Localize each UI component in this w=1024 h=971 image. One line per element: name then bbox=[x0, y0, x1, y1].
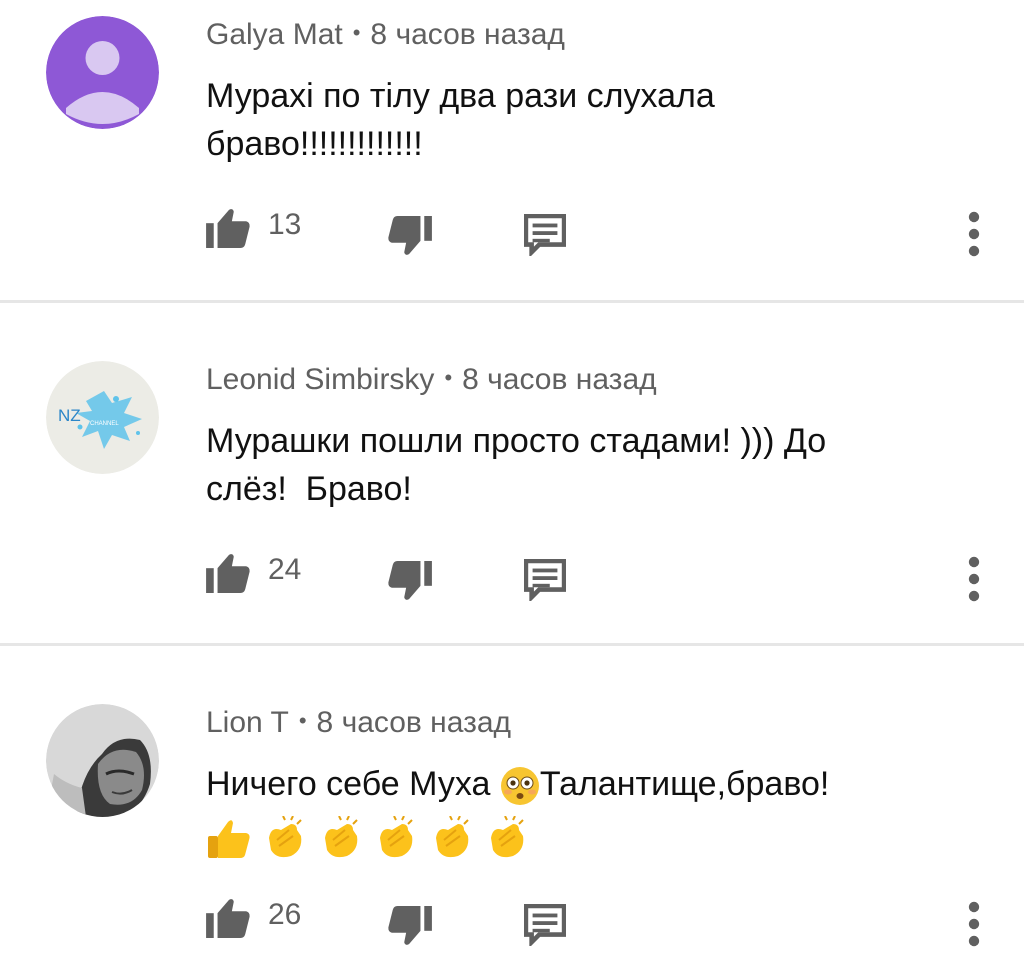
timestamp[interactable]: 8 часов назад bbox=[317, 706, 512, 739]
comment-item: NZ CHANNEL Leonid Simbirsky • 8 часов наза… bbox=[0, 303, 1024, 643]
author-name[interactable]: Lion T bbox=[206, 706, 289, 739]
clapping-hands-icon bbox=[324, 816, 358, 858]
comment-text: Мурахі по тілу два рази слухала браво!!!… bbox=[206, 72, 996, 168]
emoji-line bbox=[206, 808, 996, 860]
avatar[interactable]: NZ CHANNEL bbox=[46, 361, 159, 474]
svg-text:CHANNEL: CHANNEL bbox=[90, 421, 119, 427]
thumbs-down-icon[interactable] bbox=[386, 561, 432, 603]
more-vertical-icon[interactable] bbox=[962, 900, 986, 948]
comment-actions: 26 bbox=[0, 890, 1024, 950]
like-count: 24 bbox=[268, 553, 302, 586]
thumbs-up-icon[interactable] bbox=[206, 896, 252, 938]
comment-text-line: слёз! Браво! bbox=[206, 470, 412, 508]
comment-meta: Galya Mat • 8 часов назад bbox=[206, 18, 565, 51]
clapping-hands-icon bbox=[269, 816, 303, 858]
thumbs-down-icon[interactable] bbox=[386, 216, 432, 258]
more-vertical-icon[interactable] bbox=[962, 210, 986, 258]
comment-item: Lion T • 8 часов назад Ничего себе Муха Та… bbox=[0, 646, 1024, 971]
clapping-hands-icon bbox=[491, 816, 524, 858]
reply-comment-icon[interactable] bbox=[524, 214, 566, 256]
comment-text-line: Мурашки пошли просто стадами! ))) До bbox=[206, 422, 827, 460]
reply-comment-icon[interactable] bbox=[524, 559, 566, 601]
like-count: 26 bbox=[268, 898, 302, 931]
timestamp[interactable]: 8 часов назад bbox=[370, 18, 565, 51]
comment-actions: 13 bbox=[0, 200, 1024, 260]
clapping-hands-icon bbox=[380, 816, 414, 858]
thumbs-up-emoji-icon bbox=[208, 820, 250, 859]
author-name[interactable]: Galya Mat bbox=[206, 18, 343, 51]
comment-text-part: Талантище,браво! bbox=[539, 765, 830, 803]
timestamp[interactable]: 8 часов назад bbox=[462, 363, 657, 396]
like-count: 13 bbox=[268, 208, 302, 241]
comment-text-line: Ничего себе Муха Талантище,браво! bbox=[206, 760, 996, 808]
avatar[interactable] bbox=[46, 16, 159, 129]
avatar-label: NZ bbox=[58, 406, 81, 425]
comment-text: Ничего себе Муха Талантище,браво! bbox=[206, 760, 996, 860]
thumbs-down-icon[interactable] bbox=[386, 906, 432, 948]
thumbs-up-icon[interactable] bbox=[206, 206, 252, 248]
comment-meta: Leonid Simbirsky • 8 часов назад bbox=[206, 363, 657, 396]
comment-text: Мурашки пошли просто стадами! ))) До слё… bbox=[206, 417, 996, 513]
comment-actions: 24 bbox=[0, 545, 1024, 605]
avatar[interactable] bbox=[46, 704, 159, 817]
flushed-face-icon bbox=[500, 767, 539, 806]
clapping-hands-icon bbox=[435, 816, 469, 858]
comment-text-line: Мурахі по тілу два рази слухала bbox=[206, 77, 715, 115]
comment-item: Galya Mat • 8 часов назад Мурахі по тілу д… bbox=[0, 0, 1024, 300]
thumbs-up-icon[interactable] bbox=[206, 551, 252, 593]
more-vertical-icon[interactable] bbox=[962, 555, 986, 603]
author-name[interactable]: Leonid Simbirsky bbox=[206, 363, 434, 396]
comment-text-part: Ничего себе Муха bbox=[206, 765, 500, 803]
reply-comment-icon[interactable] bbox=[524, 904, 566, 946]
comment-meta: Lion T • 8 часов назад bbox=[206, 706, 512, 739]
comment-text-line: браво!!!!!!!!!!!!! bbox=[206, 125, 423, 163]
